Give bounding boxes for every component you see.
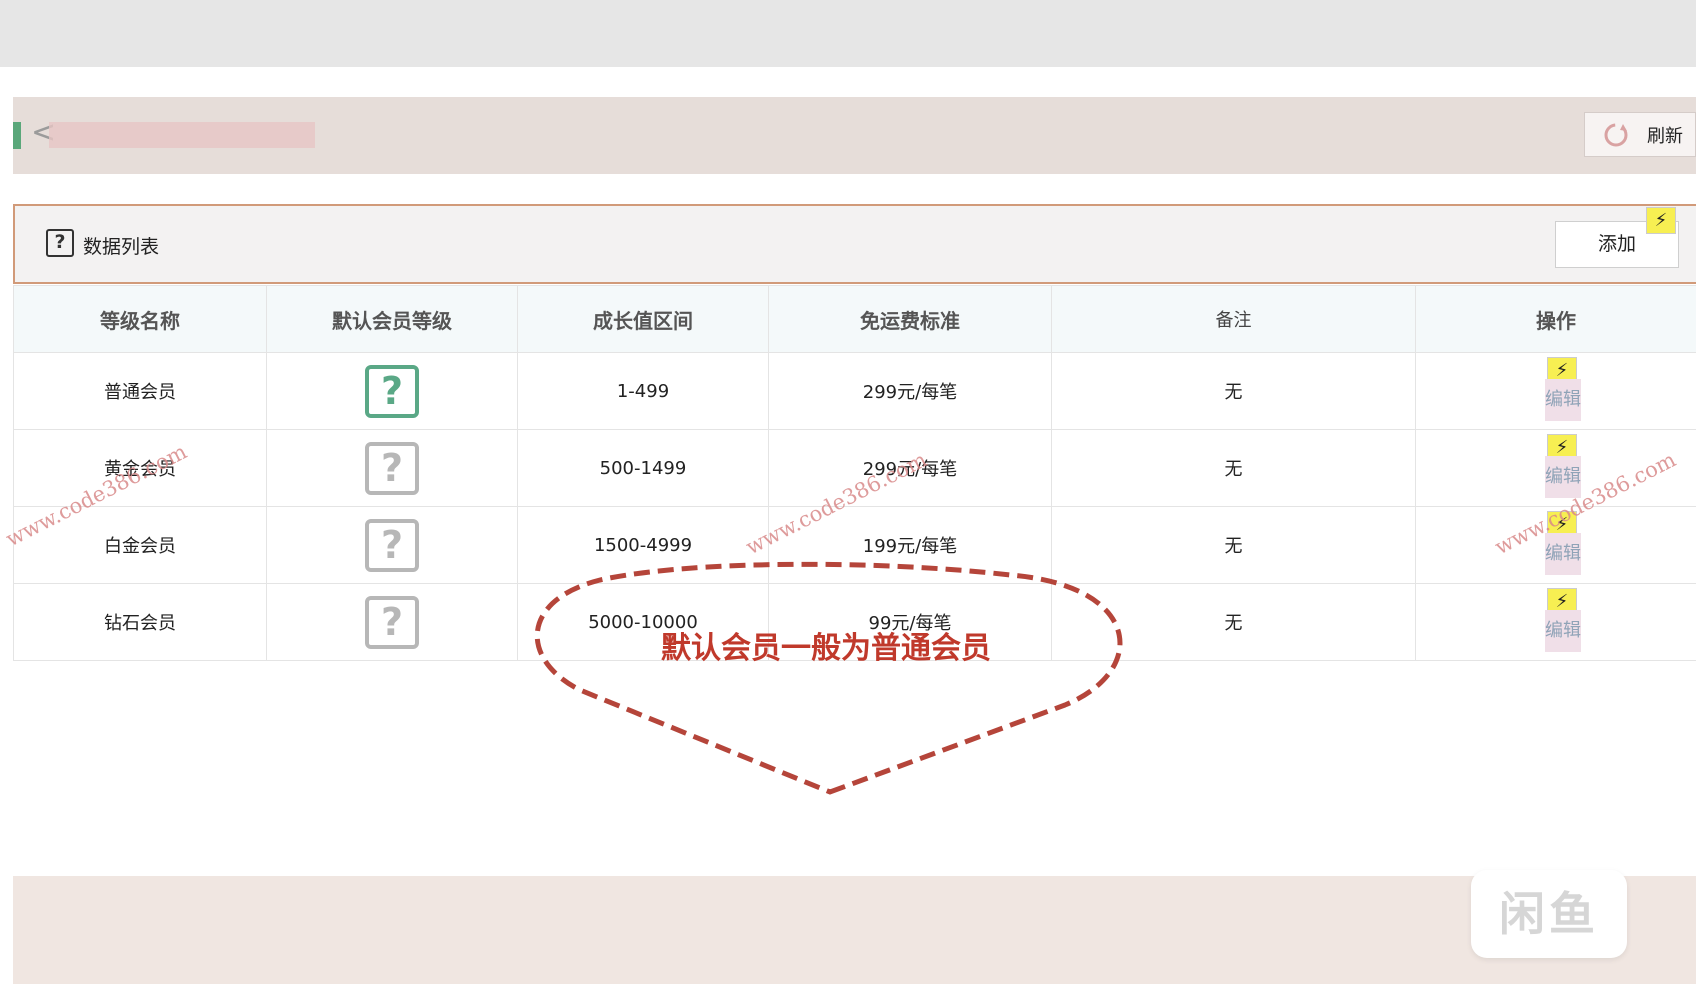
shipping-standard: 299元/每笔	[768, 352, 1052, 430]
member-level-table: 等级名称 默认会员等级 成长值区间 免运费标准 备注 操作 普通会员 ? 1-4…	[13, 285, 1696, 661]
col-header-shipping: 免运费标准	[768, 285, 1052, 353]
bolt-icon: ⚡	[1646, 207, 1676, 234]
data-list-header: ? 数据列表 添加 ⚡	[13, 204, 1696, 284]
browser-top-strip	[0, 0, 1696, 67]
panel-title: 数据列表	[83, 236, 160, 258]
blurred-tab-title	[49, 122, 315, 148]
note: 无	[1051, 429, 1416, 507]
refresh-icon	[1604, 123, 1628, 146]
growth-range: 1500-4999	[517, 506, 769, 584]
col-header-default: 默认会员等级	[266, 285, 518, 353]
refresh-label: 刷新	[1647, 125, 1683, 147]
default-level-cell: ?	[266, 583, 518, 661]
default-unchecked-icon[interactable]: ?	[365, 441, 419, 495]
note: 无	[1051, 583, 1416, 661]
level-name: 钻石会员	[13, 583, 267, 661]
note: 无	[1051, 352, 1416, 430]
action-cell: ⚡ 编辑	[1415, 583, 1696, 661]
default-level-cell: ?	[266, 352, 518, 430]
col-header-action: 操作	[1415, 285, 1696, 353]
question-icon: ?	[46, 229, 74, 257]
edit-button[interactable]: 编辑	[1545, 379, 1581, 421]
default-level-cell: ?	[266, 429, 518, 507]
growth-range: 1-499	[517, 352, 769, 430]
tab-marker	[13, 122, 21, 149]
xianyu-logo: 闲鱼	[1471, 870, 1627, 958]
refresh-button[interactable]: 刷新	[1584, 112, 1696, 157]
default-unchecked-icon[interactable]: ?	[365, 595, 419, 649]
default-checked-icon[interactable]: ?	[365, 364, 419, 418]
col-header-name: 等级名称	[13, 285, 267, 353]
growth-range: 500-1499	[517, 429, 769, 507]
note: 无	[1051, 506, 1416, 584]
edit-button[interactable]: 编辑	[1545, 533, 1581, 575]
default-unchecked-icon[interactable]: ?	[365, 518, 419, 572]
table-row: 普通会员 ? 1-499 299元/每笔 无 ⚡ 编辑	[13, 352, 1696, 430]
tab-bar: < 刷新	[13, 97, 1696, 174]
default-level-cell: ?	[266, 506, 518, 584]
col-header-note: 备注	[1051, 285, 1416, 353]
edit-button[interactable]: 编辑	[1545, 610, 1581, 652]
annotation-text: 默认会员一般为普通会员	[661, 631, 991, 666]
edit-button[interactable]: 编辑	[1545, 456, 1581, 498]
table-header-row: 等级名称 默认会员等级 成长值区间 免运费标准 备注 操作	[13, 285, 1696, 353]
table-row: 白金会员 ? 1500-4999 199元/每笔 无 ⚡ 编辑	[13, 506, 1696, 584]
footer-band	[13, 876, 1696, 984]
level-name: 普通会员	[13, 352, 267, 430]
action-cell: ⚡ 编辑	[1415, 352, 1696, 430]
col-header-range: 成长值区间	[517, 285, 769, 353]
